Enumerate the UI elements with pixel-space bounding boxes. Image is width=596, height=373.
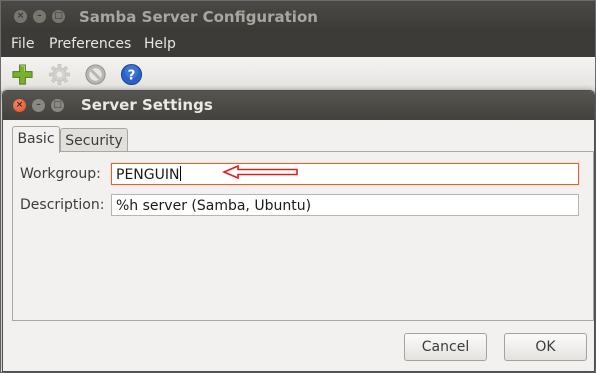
tab-security[interactable]: Security: [60, 128, 128, 153]
stop-icon[interactable]: [84, 63, 107, 86]
server-settings-dialog: × – □ Server Settings Basic Security Wor…: [2, 90, 595, 372]
dialog-title: Server Settings: [81, 96, 213, 114]
gear-icon: [48, 63, 71, 86]
annotation-arrow-icon: [222, 164, 298, 180]
description-input[interactable]: %h server (Samba, Ubuntu): [111, 194, 579, 216]
tab-basic[interactable]: Basic: [12, 126, 60, 153]
dialog-maximize-button[interactable]: □: [51, 99, 64, 112]
workgroup-input[interactable]: PENGUIN: [111, 163, 579, 185]
menu-preferences[interactable]: Preferences: [49, 36, 131, 52]
description-label: Description:: [20, 197, 105, 213]
cancel-button[interactable]: Cancel: [404, 333, 487, 361]
main-titlebar: × – □ Samba Server Configuration: [1, 1, 595, 32]
dialog-minimize-button[interactable]: –: [32, 99, 45, 112]
description-value: %h server (Samba, Ubuntu): [116, 198, 312, 214]
add-icon[interactable]: [11, 63, 34, 86]
toolbar: ?: [1, 57, 595, 92]
dialog-close-button[interactable]: ×: [13, 99, 26, 112]
workgroup-label: Workgroup:: [20, 166, 101, 182]
text-caret: [180, 166, 182, 181]
menu-file[interactable]: File: [11, 36, 34, 52]
main-close-button[interactable]: ×: [14, 10, 27, 23]
main-minimize-button[interactable]: –: [33, 10, 46, 23]
workgroup-value: PENGUIN: [116, 167, 180, 183]
ok-button[interactable]: OK: [504, 333, 587, 361]
dialog-titlebar: × – □ Server Settings: [3, 91, 594, 120]
svg-text:?: ?: [128, 68, 136, 83]
main-maximize-button[interactable]: □: [52, 10, 65, 23]
menu-help[interactable]: Help: [144, 36, 176, 52]
help-icon[interactable]: ?: [120, 63, 143, 86]
main-window-title: Samba Server Configuration: [79, 8, 318, 26]
menubar: File Preferences Help: [1, 32, 595, 57]
